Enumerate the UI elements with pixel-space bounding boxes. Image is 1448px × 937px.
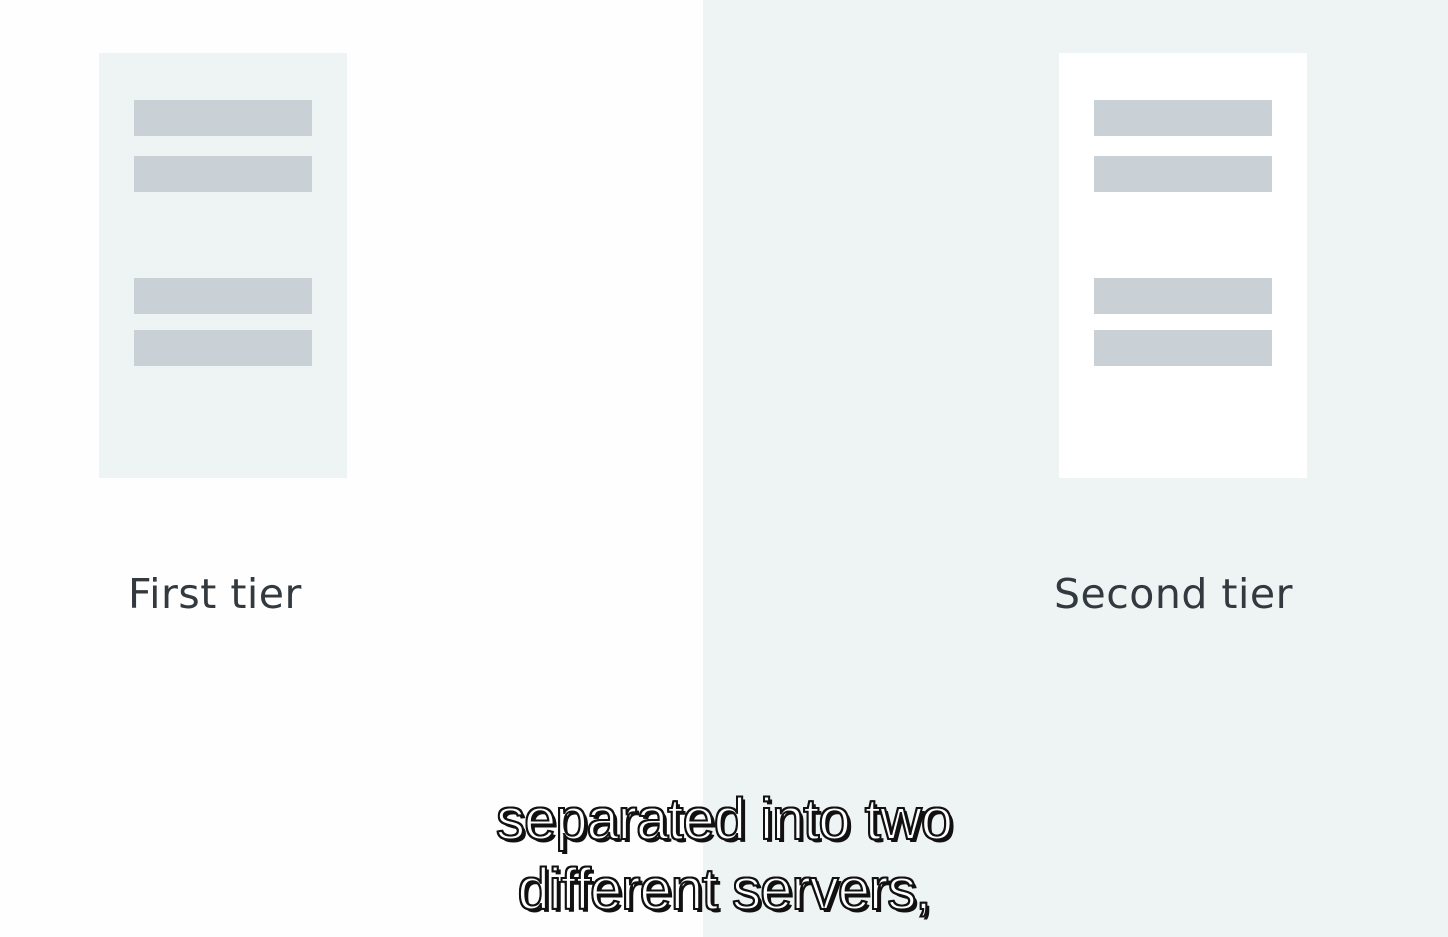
placeholder-bar [1094, 156, 1272, 192]
placeholder-bar [134, 156, 312, 192]
placeholder-bar [1094, 278, 1272, 314]
first-tier-server-card [99, 53, 347, 478]
video-frame: First tier Second tier separated into tw… [0, 0, 1448, 937]
second-tier-label: Second tier [1054, 570, 1293, 618]
placeholder-bar [1094, 100, 1272, 136]
placeholder-bar [134, 278, 312, 314]
second-tier-server-card [1059, 53, 1307, 478]
subtitle-caption: separated into two different servers, [0, 785, 1448, 925]
placeholder-bar [134, 330, 312, 366]
placeholder-bar [1094, 330, 1272, 366]
first-tier-label: First tier [128, 570, 302, 618]
placeholder-bar [134, 100, 312, 136]
caption-line-1: separated into two [495, 786, 954, 853]
caption-line-2: different servers, [517, 856, 933, 923]
